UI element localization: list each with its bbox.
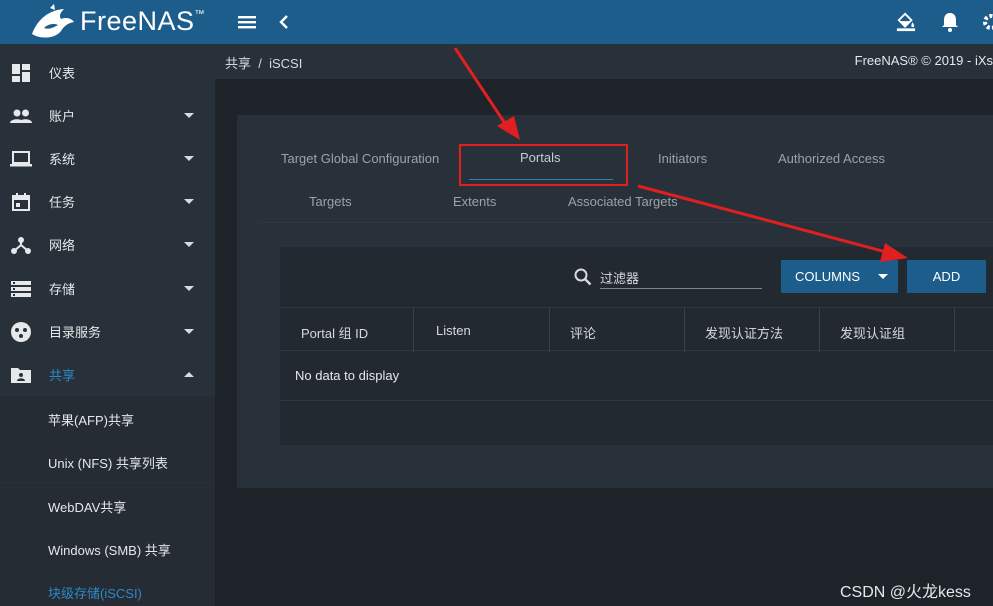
- bell-icon[interactable]: [940, 12, 960, 32]
- sidebar-item-label: 账户: [49, 109, 76, 124]
- columns-button-label: COLUMNS: [795, 269, 861, 284]
- empty-table-message: No data to display: [295, 368, 400, 383]
- column-header-portal-group-id[interactable]: Portal 组 ID: [280, 308, 414, 352]
- logo-text: FreeNAS™: [80, 6, 206, 36]
- sidebar-item-label: 共享: [49, 368, 76, 383]
- tab-divider: [258, 222, 993, 223]
- columns-button[interactable]: COLUMNS: [781, 260, 898, 293]
- gear-icon[interactable]: [981, 12, 993, 32]
- sidebar-item-label: 网络: [49, 238, 76, 253]
- tab-associated-targets[interactable]: Associated Targets: [568, 194, 678, 209]
- column-header-label: Listen: [436, 323, 471, 338]
- sidebar-item-sharing[interactable]: 共享: [0, 353, 215, 396]
- sidebar-subitem-label: 苹果(AFP)共享: [48, 413, 134, 428]
- top-bar: FreeNAS™: [0, 0, 993, 44]
- annotation-highlight-box: [459, 144, 628, 186]
- tab-authorized-access[interactable]: Authorized Access: [778, 151, 885, 166]
- sidebar-item-dashboard[interactable]: 仪表: [0, 51, 215, 94]
- paint-bucket-icon[interactable]: [896, 12, 916, 32]
- sidebar-item-tasks[interactable]: 任务: [0, 180, 215, 223]
- sidebar-item-network[interactable]: 网络: [0, 223, 215, 266]
- sidebar-item-label: 存储: [49, 282, 76, 297]
- tab-target-global-configuration[interactable]: Target Global Configuration: [281, 151, 439, 166]
- chevron-down-icon: [184, 156, 194, 161]
- chevron-down-icon: [184, 329, 194, 334]
- sidebar-subitem-iscsi[interactable]: 块级存储(iSCSI): [0, 569, 215, 606]
- storage-icon: [10, 278, 32, 300]
- add-button[interactable]: ADD: [907, 260, 986, 293]
- column-header-discovery-auth-group[interactable]: 发现认证组: [820, 308, 955, 352]
- tab-targets[interactable]: Targets: [309, 194, 352, 209]
- breadcrumb-bar: 共享 / iSCSI FreeNAS® © 2019 - iXs: [215, 44, 993, 79]
- column-header-label: 发现认证组: [840, 326, 906, 341]
- folder-share-icon: [10, 364, 32, 386]
- filter-input[interactable]: [600, 268, 762, 289]
- menu-icon[interactable]: [237, 12, 257, 32]
- dashboard-icon: [10, 62, 32, 84]
- copyright: FreeNAS® © 2019 - iXs: [854, 53, 993, 68]
- sidebar-subitem-nfs[interactable]: Unix (NFS) 共享列表: [0, 439, 215, 482]
- sidebar-subitem-afp[interactable]: 苹果(AFP)共享: [0, 396, 215, 439]
- tab-initiators[interactable]: Initiators: [658, 151, 707, 166]
- column-header-label: 评论: [570, 326, 597, 341]
- logo[interactable]: FreeNAS™: [0, 0, 215, 44]
- laptop-icon: [10, 148, 32, 170]
- sidebar-item-label: 任务: [49, 195, 76, 210]
- directory-icon: [10, 321, 32, 343]
- chevron-down-icon: [184, 199, 194, 204]
- sidebar-item-accounts[interactable]: 账户: [0, 94, 215, 137]
- column-header-comment[interactable]: 评论: [550, 308, 685, 352]
- chevron-up-icon: [184, 372, 194, 377]
- sidebar-subitem-label: Unix (NFS) 共享列表: [48, 456, 168, 471]
- sidebar-subitem-label: WebDAV共享: [48, 500, 127, 515]
- chevron-down-icon: [878, 274, 888, 279]
- table-header: Portal 组 ID Listen 评论 发现认证方法 发现认证组: [280, 307, 993, 352]
- breadcrumb-parent[interactable]: 共享: [225, 56, 251, 71]
- breadcrumb-separator: /: [258, 56, 262, 71]
- sidebar-subitem-label: 块级存储(iSCSI): [48, 586, 142, 601]
- chevron-down-icon: [184, 242, 194, 247]
- sidebar-item-storage[interactable]: 存储: [0, 267, 215, 310]
- network-icon: [10, 234, 32, 256]
- sidebar-subitem-label: Windows (SMB) 共享: [48, 543, 171, 558]
- chevron-left-icon[interactable]: [274, 12, 294, 32]
- sidebar-subitem-smb[interactable]: Windows (SMB) 共享: [0, 526, 215, 569]
- chevron-down-icon: [184, 113, 194, 118]
- sidebar-item-label: 系统: [49, 152, 76, 167]
- tab-extents[interactable]: Extents: [453, 194, 496, 209]
- calendar-icon: [10, 191, 32, 213]
- column-header-listen[interactable]: Listen: [414, 308, 550, 352]
- sidebar-item-label: 目录服务: [49, 325, 102, 340]
- sidebar-item-label: 仪表: [49, 66, 76, 81]
- sidebar-subitem-webdav[interactable]: WebDAV共享: [0, 483, 215, 526]
- breadcrumb: 共享 / iSCSI: [225, 53, 302, 72]
- column-header-discovery-auth-method[interactable]: 发现认证方法: [685, 308, 820, 352]
- sidebar-item-directory-services[interactable]: 目录服务: [0, 310, 215, 353]
- people-icon: [10, 105, 32, 127]
- column-header-label: Portal 组 ID: [301, 326, 369, 341]
- table-row-separator: [280, 400, 993, 401]
- chevron-down-icon: [184, 286, 194, 291]
- breadcrumb-current: iSCSI: [269, 56, 303, 71]
- freenas-shark-icon: [32, 4, 74, 38]
- search-icon: [574, 268, 592, 286]
- sidebar-item-system[interactable]: 系统: [0, 137, 215, 180]
- column-header-label: 发现认证方法: [705, 326, 784, 341]
- watermark: CSDN @火龙kess: [840, 584, 971, 601]
